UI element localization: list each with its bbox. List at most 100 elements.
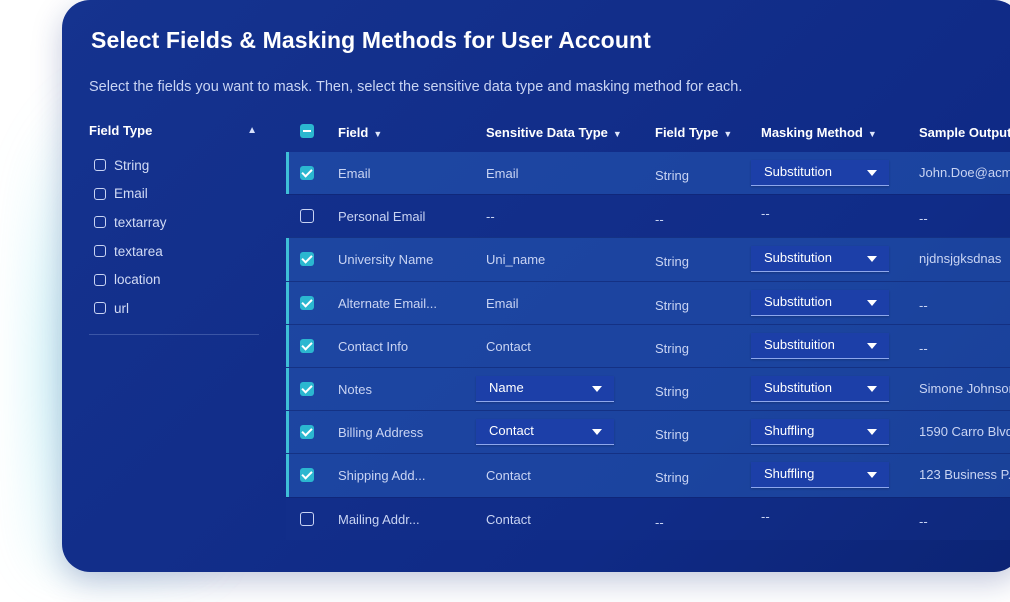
row-checkbox[interactable]: [300, 295, 314, 310]
row-checkbox[interactable]: [300, 252, 314, 267]
row-checkbox[interactable]: [300, 425, 314, 440]
filter-divider: [89, 334, 259, 335]
filter-list: String Email textarray textarea location url: [89, 151, 259, 323]
field-type: String: [655, 168, 689, 183]
sample-output: --: [919, 513, 928, 529]
field-type-filter: Field Type ▲ String Email textarray textare…: [89, 115, 259, 323]
filter-item-label: String: [114, 157, 150, 173]
filter-checkbox[interactable]: [94, 187, 106, 200]
table-body: Email Email String Substitution John.Doe@acm…: [286, 152, 1010, 540]
sensitive-type: Contact: [486, 338, 531, 354]
filter-heading: Field Type: [89, 122, 153, 138]
sensitive-type-dropdown[interactable]: Name: [476, 375, 614, 402]
chevron-down-icon: ▼: [373, 129, 383, 139]
row-checkbox[interactable]: [300, 511, 314, 526]
filter-item-label: textarray: [114, 214, 167, 230]
caret-down-icon: [867, 256, 877, 263]
sample-output: John.Doe@acme: [919, 165, 1010, 180]
selection-indicator: [286, 411, 289, 454]
filter-item[interactable]: textarray: [89, 208, 259, 237]
row-checkbox[interactable]: [300, 338, 314, 353]
filter-checkbox[interactable]: [94, 245, 106, 258]
filter-item[interactable]: textarea: [89, 237, 259, 266]
dropdown-value: Shuffling: [764, 423, 815, 439]
table-row[interactable]: Notes Name String Substitution Simone Johnso…: [286, 366, 1010, 411]
filter-checkbox[interactable]: [94, 273, 106, 286]
sensitive-type: Uni_name: [486, 252, 546, 268]
field-name: Contact Info: [338, 338, 409, 354]
filter-item[interactable]: String: [89, 151, 259, 180]
chevron-down-icon: ▼: [867, 129, 877, 139]
filter-item-label: Email: [114, 186, 148, 202]
masking-method-dropdown[interactable]: Substitution: [751, 246, 889, 273]
masking-method-dropdown[interactable]: Substitution: [751, 289, 889, 316]
sensitive-type-dropdown[interactable]: Contact: [476, 419, 614, 446]
masking-method-dropdown[interactable]: Shuffling: [751, 462, 889, 489]
chevron-down-icon: ▼: [723, 129, 733, 139]
sensitive-type: Email: [486, 295, 519, 311]
field-type: String: [655, 254, 689, 270]
table-header: Field ▼ Sensitive Data Type ▼ Field Type ▼ …: [286, 112, 1010, 152]
caret-down-icon: [867, 342, 877, 349]
masking-method: --: [761, 206, 770, 222]
field-name: Shipping Add...: [338, 468, 426, 484]
filter-item[interactable]: location: [89, 265, 259, 294]
sample-output: 1590 Carro Blvd: [919, 424, 1010, 440]
masking-card: Select Fields & Masking Methods for User…: [62, 0, 1010, 572]
filter-item-label: location: [114, 272, 161, 288]
masking-method-dropdown[interactable]: Shuffling: [751, 419, 889, 446]
table-row[interactable]: Shipping Add... Contact String Shuffling 123…: [286, 453, 1010, 497]
caret-down-icon: [592, 429, 602, 436]
table-row[interactable]: Personal Email -- -- -- --: [286, 194, 1010, 238]
dropdown-value: Name: [489, 379, 524, 395]
row-checkbox[interactable]: [300, 166, 314, 180]
column-header-masking-method[interactable]: Masking Method ▼: [761, 125, 877, 140]
filter-checkbox[interactable]: [94, 302, 106, 315]
selection-indicator: [286, 238, 289, 281]
sample-output: Simone Johnson: [919, 380, 1010, 396]
field-type: String: [655, 470, 689, 486]
table-row[interactable]: Alternate Email... Email String Substitutio…: [286, 280, 1010, 324]
filter-checkbox[interactable]: [94, 216, 106, 229]
table-row[interactable]: Email Email String Substitution John.Doe@acm…: [286, 152, 1010, 195]
dropdown-value: Substitution: [764, 164, 832, 179]
table-row[interactable]: Mailing Addr... Contact -- -- --: [286, 496, 1010, 540]
selection-indicator: [286, 454, 289, 497]
filter-item[interactable]: Email: [89, 180, 259, 209]
dropdown-value: Substituition: [764, 336, 835, 352]
table-row[interactable]: Billing Address Contact String Shuffling 159…: [286, 410, 1010, 454]
selection-indicator: [286, 281, 289, 324]
field-name: Alternate Email...: [338, 295, 437, 311]
sample-output: 123 Business P...: [919, 467, 1010, 483]
field-type: String: [655, 427, 689, 443]
column-label: Masking Method: [761, 125, 863, 140]
filter-header[interactable]: Field Type ▲: [89, 115, 259, 145]
selection-indicator: [286, 152, 289, 195]
select-all-checkbox[interactable]: [300, 124, 314, 138]
column-header-field-type[interactable]: Field Type ▼: [655, 125, 732, 140]
table-row[interactable]: University Name Uni_name String Substitutio…: [286, 237, 1010, 281]
masking-method: --: [761, 508, 770, 524]
filter-checkbox[interactable]: [94, 159, 106, 172]
masking-method-dropdown[interactable]: Substituition: [751, 332, 889, 359]
caret-down-icon: [592, 385, 602, 392]
column-label: Field Type: [655, 125, 719, 140]
column-header-field[interactable]: Field ▼: [338, 125, 382, 140]
masking-method-dropdown[interactable]: Substitution: [751, 160, 889, 186]
selection-indicator: [286, 324, 289, 367]
chevron-up-icon[interactable]: ▲: [247, 125, 257, 136]
field-name: Email: [338, 166, 371, 181]
field-name: University Name: [338, 252, 434, 268]
filter-item-label: url: [114, 300, 130, 316]
dropdown-value: Substitution: [764, 293, 832, 309]
row-checkbox[interactable]: [300, 209, 314, 224]
masking-method-dropdown[interactable]: Substitution: [751, 375, 889, 402]
caret-down-icon: [867, 472, 877, 479]
table-row[interactable]: Contact Info Contact String Substituition --: [286, 323, 1010, 367]
column-header-sample-output: Sample Output: [919, 125, 1010, 140]
chevron-down-icon: ▼: [612, 129, 622, 139]
filter-item[interactable]: url: [89, 294, 259, 323]
row-checkbox[interactable]: [300, 381, 314, 396]
column-header-sensitive-type[interactable]: Sensitive Data Type ▼: [486, 125, 622, 140]
row-checkbox[interactable]: [300, 468, 314, 483]
